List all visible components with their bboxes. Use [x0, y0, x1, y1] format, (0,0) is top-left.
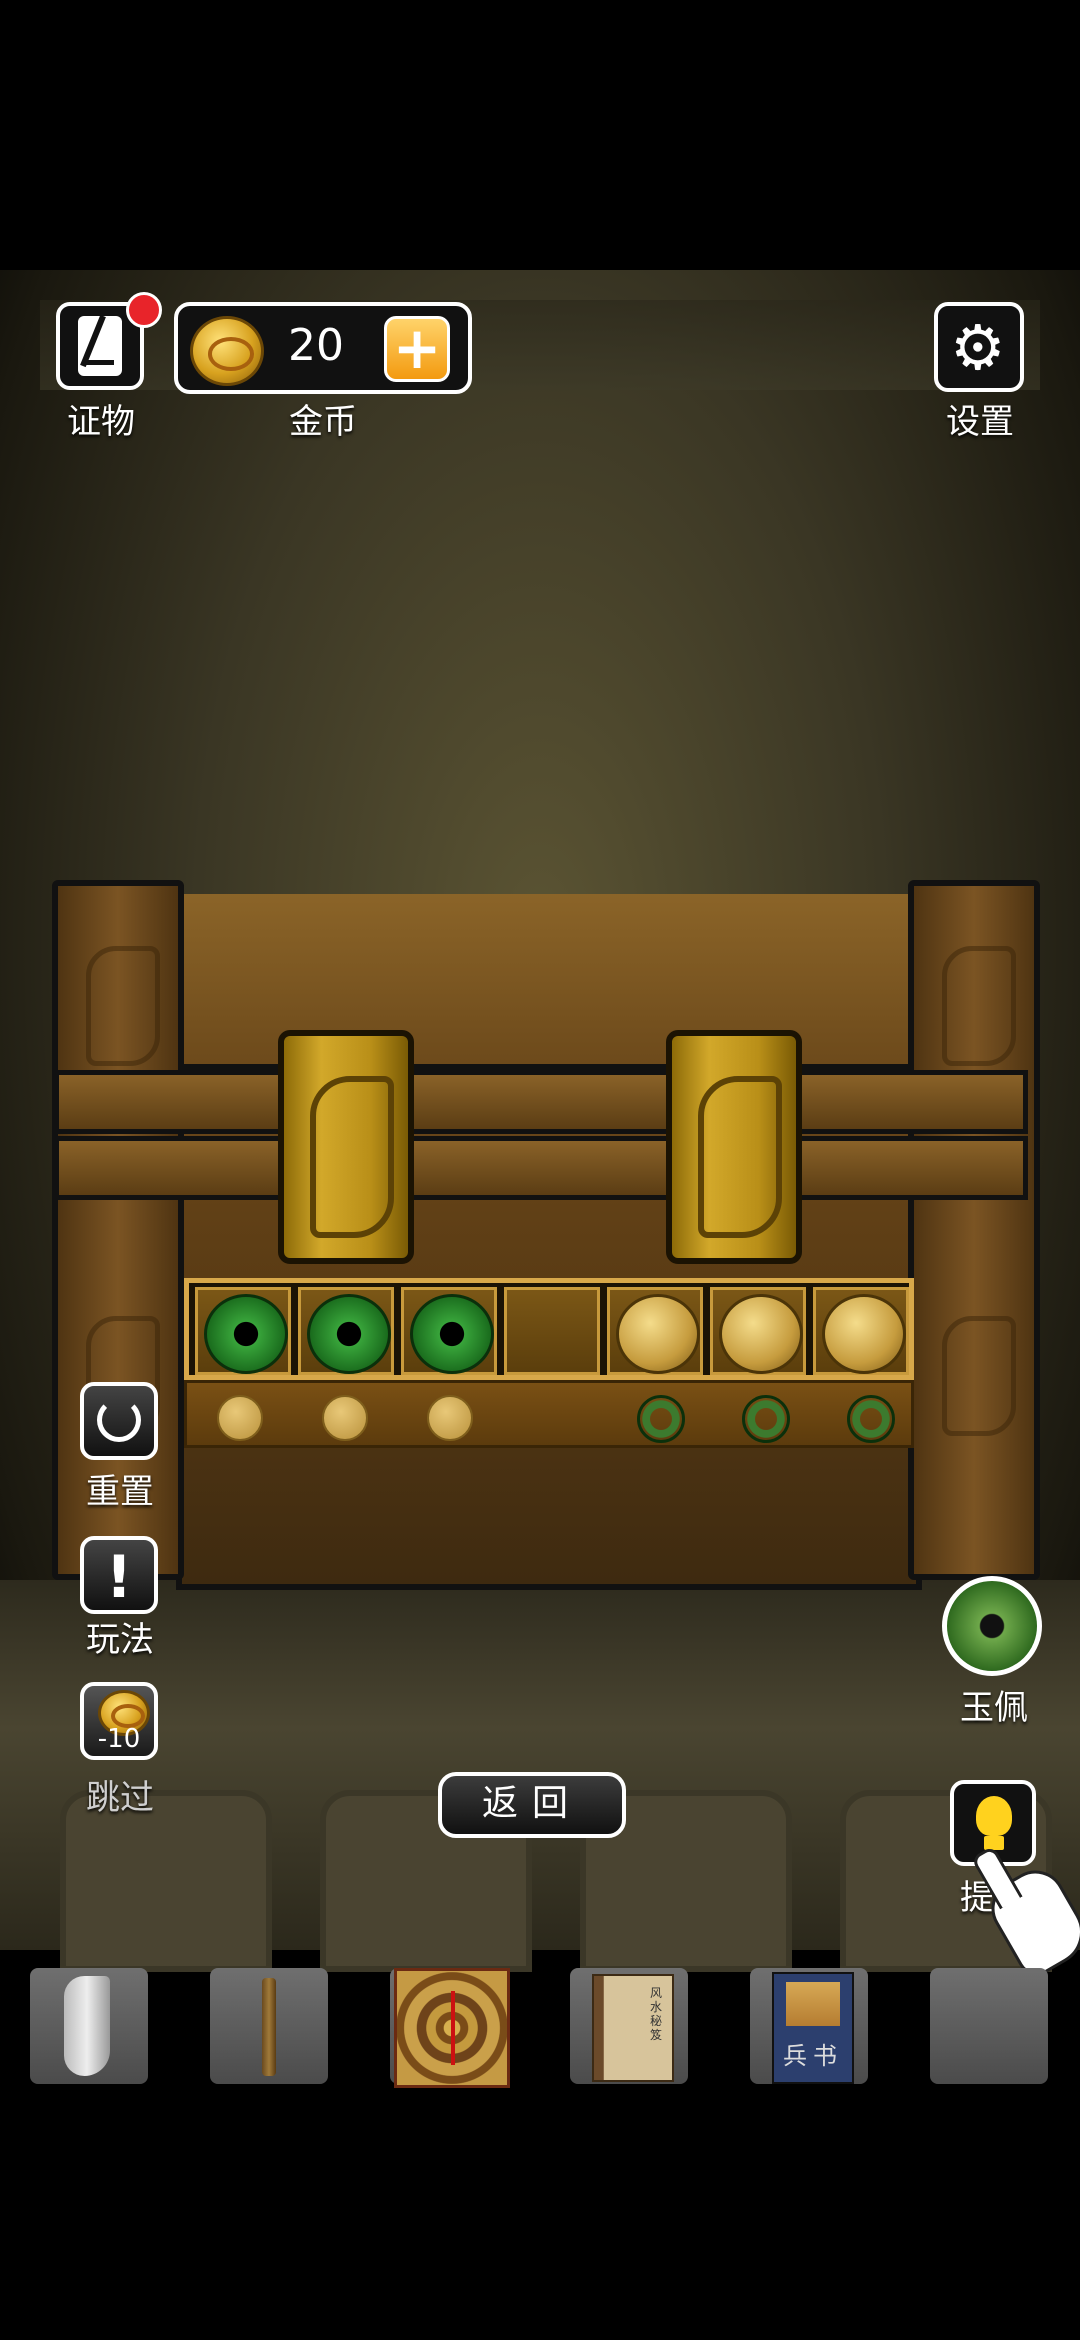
evidence-label: 证物: [67, 402, 135, 442]
inventory-slot-empty[interactable]: [930, 1968, 1048, 2084]
settings-button[interactable]: ⚙: [934, 302, 1024, 392]
howto-button[interactable]: !: [80, 1536, 158, 1614]
add-coins-button[interactable]: +: [384, 316, 450, 382]
book-title: 风水秘笈: [650, 1986, 663, 2042]
exclamation-icon: !: [105, 1543, 133, 1611]
gold-coin-piece[interactable]: [616, 1294, 700, 1374]
inventory-slot[interactable]: [390, 1968, 510, 2088]
compass-icon: [394, 1968, 510, 2088]
chest-band-upper: [54, 1070, 1028, 1134]
target-gold-marker: [427, 1395, 473, 1441]
gold-coin-piece[interactable]: [822, 1294, 906, 1374]
chest-band-lower: [54, 1136, 1028, 1200]
jade-disc-piece[interactable]: [307, 1294, 391, 1374]
jade-disc-piece[interactable]: [410, 1294, 494, 1374]
target-jade-marker: [742, 1395, 790, 1443]
back-button[interactable]: 返回: [438, 1772, 626, 1838]
puzzle-slot[interactable]: [710, 1287, 806, 1375]
puzzle-slot[interactable]: [813, 1287, 909, 1375]
puzzle-slot[interactable]: [607, 1287, 703, 1375]
puzzle-slot[interactable]: [298, 1287, 394, 1375]
target-gold-marker: [322, 1395, 368, 1441]
inventory-slot[interactable]: 风水秘笈: [570, 1968, 688, 2084]
inventory-slot[interactable]: [30, 1968, 148, 2084]
reset-button[interactable]: [80, 1382, 158, 1460]
puzzle-slot[interactable]: [401, 1287, 497, 1375]
puzzle-slot[interactable]: [504, 1287, 600, 1375]
reset-label: 重置: [86, 1472, 154, 1512]
jade-pendant-item[interactable]: [942, 1576, 1042, 1676]
gear-icon: ⚙: [950, 311, 1006, 384]
coins-panel: 20 +: [174, 302, 472, 394]
book-icon: 风水秘笈: [592, 1974, 674, 2082]
coins-value: 20: [288, 320, 344, 371]
gold-coin-piece[interactable]: [719, 1294, 803, 1374]
notification-dot: [126, 292, 162, 328]
howto-label: 玩法: [86, 1620, 154, 1660]
coin-icon: [190, 316, 264, 386]
jade-pendant-label: 玉佩: [960, 1688, 1028, 1728]
inventory-slot[interactable]: [210, 1968, 328, 2084]
settings-label: 设置: [946, 402, 1014, 442]
jade-disc-piece[interactable]: [204, 1294, 288, 1374]
scroll-rod-icon: [262, 1978, 276, 2076]
puzzle-slot[interactable]: [195, 1287, 291, 1375]
coins-label: 金币: [289, 402, 357, 442]
skip-label: 跳过: [86, 1778, 154, 1818]
tooth-icon: [64, 1976, 110, 2076]
lock-clasp-left: [278, 1030, 414, 1264]
inventory-slot[interactable]: 兵书: [750, 1968, 868, 2084]
reset-icon: [97, 1398, 141, 1442]
skip-button[interactable]: -10: [80, 1682, 158, 1760]
target-jade-marker: [637, 1395, 685, 1443]
target-jade-marker: [847, 1395, 895, 1443]
lightbulb-icon: [976, 1796, 1012, 1836]
skip-cost: -10: [97, 1724, 141, 1754]
target-gold-marker: [217, 1395, 263, 1441]
chest-pillar-right: [908, 880, 1040, 1580]
puzzle-slot-row: [184, 1278, 914, 1380]
lock-clasp-right: [666, 1030, 802, 1264]
military-book-title: 兵书: [783, 2042, 843, 2070]
military-book-icon: 兵书: [772, 1972, 854, 2084]
target-pattern-row: [184, 1380, 914, 1448]
